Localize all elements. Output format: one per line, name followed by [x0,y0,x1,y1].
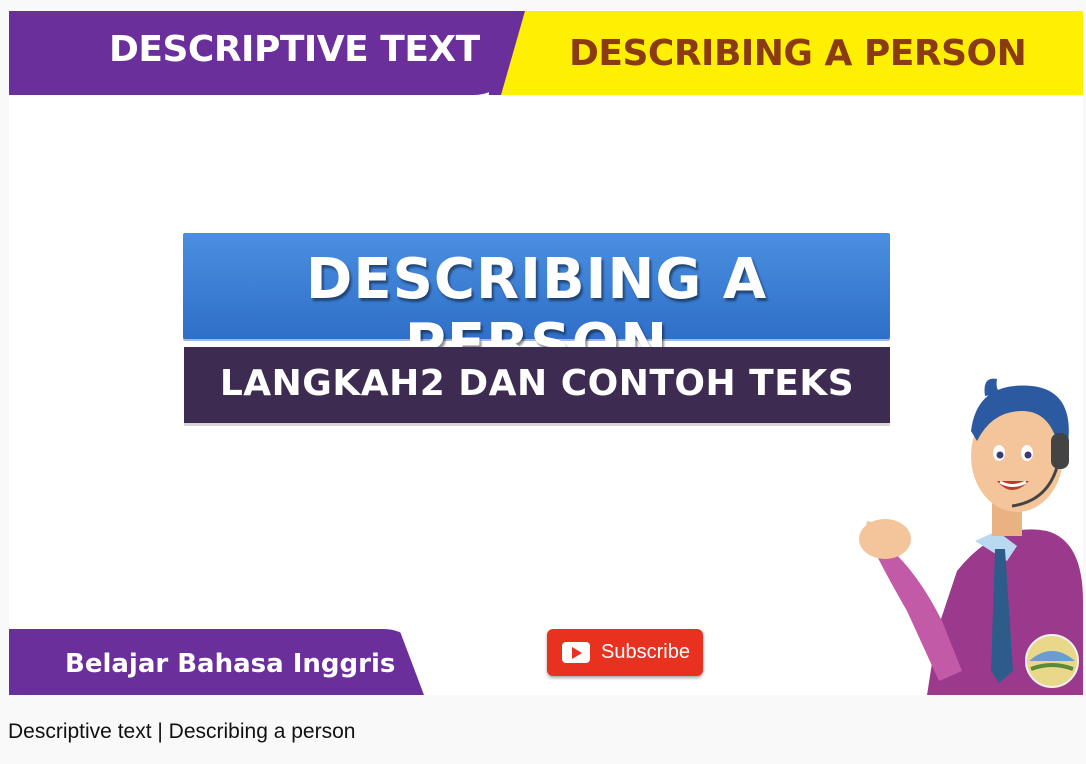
subtitle: LANGKAH2 DAN CONTOH TEKS [219,363,855,404]
top-right-label: DESCRIBING A PERSON [569,33,1027,74]
top-left-label: DESCRIPTIVE TEXT [109,29,480,70]
video-caption[interactable]: Descriptive text | Describing a person [8,720,355,744]
subscribe-label: Subscribe [601,641,690,663]
video-thumbnail[interactable]: DESCRIPTIVE TEXT DESCRIBING A PERSON DES… [9,11,1083,695]
top-header-bar: DESCRIPTIVE TEXT DESCRIBING A PERSON [9,11,1083,95]
subscribe-button[interactable]: Subscribe [547,629,703,676]
presenter-illustration [859,378,1083,695]
subtitle-banner: LANGKAH2 DAN CONTOH TEKS [184,347,890,423]
bottom-label-tag: Belajar Bahasa Inggris [9,629,424,695]
bottom-label: Belajar Bahasa Inggris [65,649,396,679]
main-title-banner: DESCRIBING A PERSON [183,233,890,377]
play-icon [562,642,590,663]
